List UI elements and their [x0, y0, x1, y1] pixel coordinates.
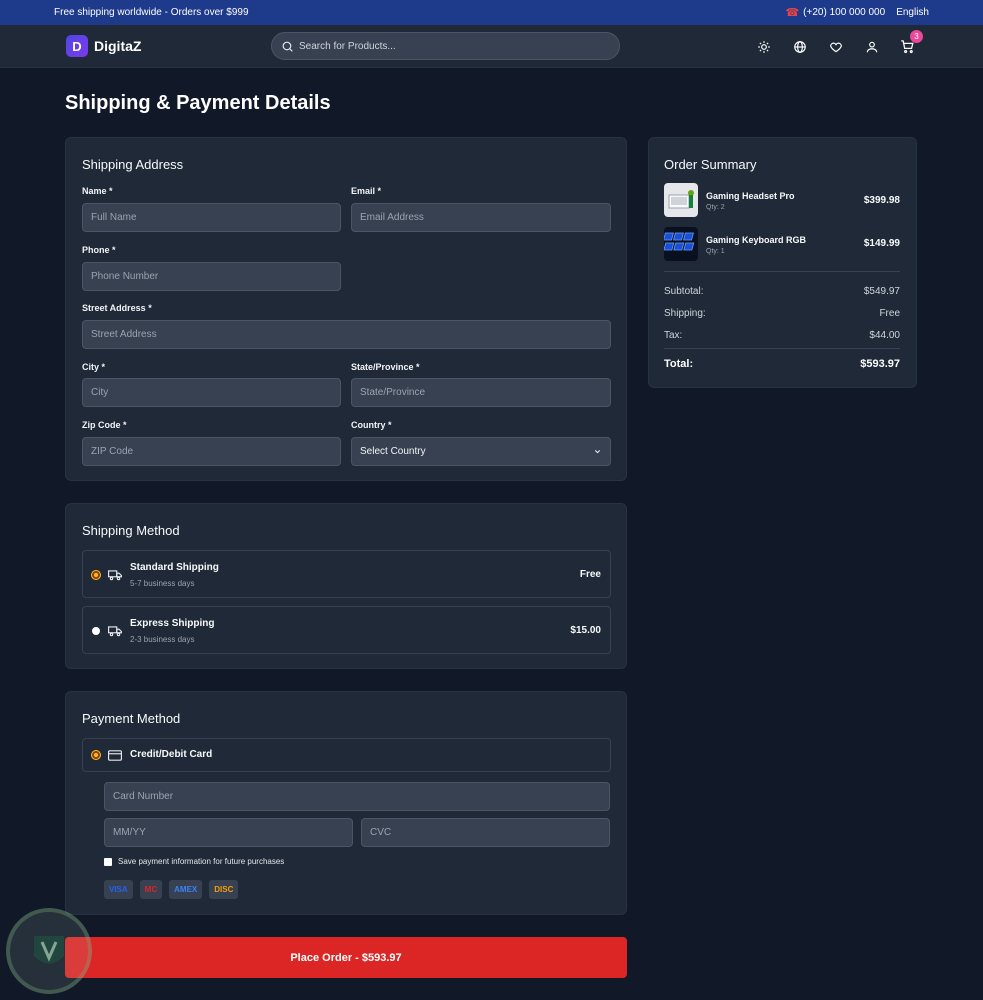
user-icon[interactable]	[863, 38, 880, 55]
shipping-option-eta: 2-3 business days	[130, 635, 195, 644]
total-label: Total:	[664, 358, 694, 370]
card-brand-logos: VISA MC AMEX DISC	[104, 880, 239, 899]
expiry-input[interactable]	[104, 818, 353, 847]
shipping-option-name: Express Shipping	[130, 618, 215, 629]
shipping-option-price: Free	[579, 569, 601, 580]
zip-input[interactable]	[82, 437, 341, 466]
logo-text: DigitaZ	[94, 38, 142, 54]
credit-card-icon	[108, 750, 122, 761]
save-payment-checkbox[interactable]	[104, 857, 112, 866]
tax-value: $44.00	[869, 330, 900, 341]
amex-logo: AMEX	[169, 880, 203, 899]
summary-item-price: $149.99	[863, 238, 900, 249]
topbar-right: ☎ (+20) 100 000 000 English	[785, 6, 929, 19]
tax-row: Tax: $44.00	[664, 330, 900, 341]
phone-contact[interactable]: ☎ (+20) 100 000 000	[785, 6, 885, 19]
shipping-method-card: Shipping Method Standard Shipping 5-7 bu…	[65, 503, 627, 669]
shipping-method-title: Shipping Method	[82, 523, 180, 538]
heart-icon[interactable]	[827, 38, 844, 55]
logo-mark: D	[66, 35, 88, 57]
phone-input[interactable]	[82, 262, 341, 291]
city-input[interactable]	[82, 378, 341, 407]
nav-icons: 3	[755, 30, 923, 55]
country-label: Country *	[351, 420, 392, 430]
summary-item-price: $399.98	[863, 195, 900, 206]
street-label: Street Address *	[82, 303, 152, 313]
search-icon	[282, 41, 293, 52]
headset-thumbnail	[664, 183, 698, 217]
total-value: $593.97	[860, 358, 900, 370]
cvc-input[interactable]	[361, 818, 610, 847]
summary-item-name: Gaming Headset Pro	[706, 191, 795, 201]
page-title: Shipping & Payment Details	[65, 92, 331, 114]
watermark-logo	[6, 908, 92, 994]
globe-icon[interactable]	[791, 38, 808, 55]
radio-card[interactable]	[92, 751, 100, 759]
country-select-value: Select Country	[360, 446, 426, 457]
shipping-option-standard[interactable]: Standard Shipping 5-7 business days Free	[82, 550, 611, 598]
mastercard-logo: MC	[139, 880, 163, 899]
summary-divider	[664, 348, 900, 349]
state-input[interactable]	[351, 378, 611, 407]
discover-logo: DISC	[209, 880, 239, 899]
zip-label: Zip Code *	[82, 420, 127, 430]
save-payment-row[interactable]: Save payment information for future purc…	[104, 857, 284, 866]
summary-item-qty: Qty: 2	[706, 204, 725, 211]
name-input[interactable]	[82, 203, 341, 232]
summary-item-qty: Qty: 1	[706, 248, 725, 255]
payment-option-label: Credit/Debit Card	[130, 749, 213, 760]
summary-divider	[664, 271, 900, 272]
phone-icon: ☎	[785, 7, 800, 19]
truck-icon	[108, 570, 122, 581]
keyboard-thumbnail	[663, 227, 698, 261]
logo[interactable]: D DigitaZ	[66, 35, 141, 57]
visa-logo: VISA	[104, 880, 133, 899]
order-summary-title: Order Summary	[664, 157, 757, 172]
total-row: Total: $593.97	[664, 358, 900, 370]
tax-label: Tax:	[664, 330, 683, 341]
subtotal-label: Subtotal:	[664, 286, 704, 297]
chevron-down-icon	[594, 449, 601, 454]
cart-count-badge: 3	[910, 30, 923, 43]
state-label: State/Province *	[351, 362, 420, 372]
navbar: D DigitaZ 3	[0, 25, 983, 68]
shipping-option-eta: 5-7 business days	[130, 579, 195, 588]
place-order-button[interactable]: Place Order - $593.97	[65, 937, 627, 978]
search-bar	[271, 32, 620, 60]
subtotal-row: Subtotal: $549.97	[664, 286, 900, 297]
shipping-option-price: $15.00	[570, 625, 601, 636]
street-input[interactable]	[82, 320, 611, 349]
phone-number: (+20) 100 000 000	[803, 7, 886, 18]
save-payment-label: Save payment information for future purc…	[118, 857, 285, 866]
phone-label: Phone *	[82, 245, 116, 255]
top-bar: Free shipping worldwide - Orders over $9…	[0, 0, 983, 25]
summary-item-name: Gaming Keyboard RGB	[706, 235, 807, 245]
radio-standard[interactable]	[92, 571, 100, 579]
promo-text: Free shipping worldwide - Orders over $9…	[54, 7, 249, 18]
card-number-input[interactable]	[104, 782, 610, 811]
shipping-address-title: Shipping Address	[82, 157, 184, 172]
language-selector[interactable]: English	[896, 7, 929, 18]
shipping-label: Shipping:	[664, 308, 706, 319]
shipping-address-card: Shipping Address Name * Email * Phone * …	[65, 137, 627, 481]
shipping-row: Shipping: Free	[664, 308, 900, 319]
order-summary-card: Order Summary Gaming Headset Pro Qty: 2 …	[648, 137, 917, 388]
truck-icon	[108, 626, 122, 637]
shipping-value: Free	[879, 308, 900, 319]
country-select[interactable]: Select Country	[351, 437, 611, 466]
subtotal-value: $549.97	[863, 286, 900, 297]
name-label: Name *	[82, 186, 113, 196]
city-label: City *	[82, 362, 106, 372]
email-input[interactable]	[351, 203, 611, 232]
search-input[interactable]	[299, 40, 599, 52]
payment-method-title: Payment Method	[82, 711, 181, 726]
shipping-option-name: Standard Shipping	[130, 562, 219, 573]
email-label: Email *	[351, 186, 382, 196]
cart-icon[interactable]: 3	[899, 30, 923, 55]
payment-option-card[interactable]: Credit/Debit Card	[82, 738, 611, 772]
sun-icon[interactable]	[755, 38, 772, 55]
shipping-option-express[interactable]: Express Shipping 2-3 business days $15.0…	[82, 606, 611, 654]
radio-express[interactable]	[92, 627, 100, 635]
